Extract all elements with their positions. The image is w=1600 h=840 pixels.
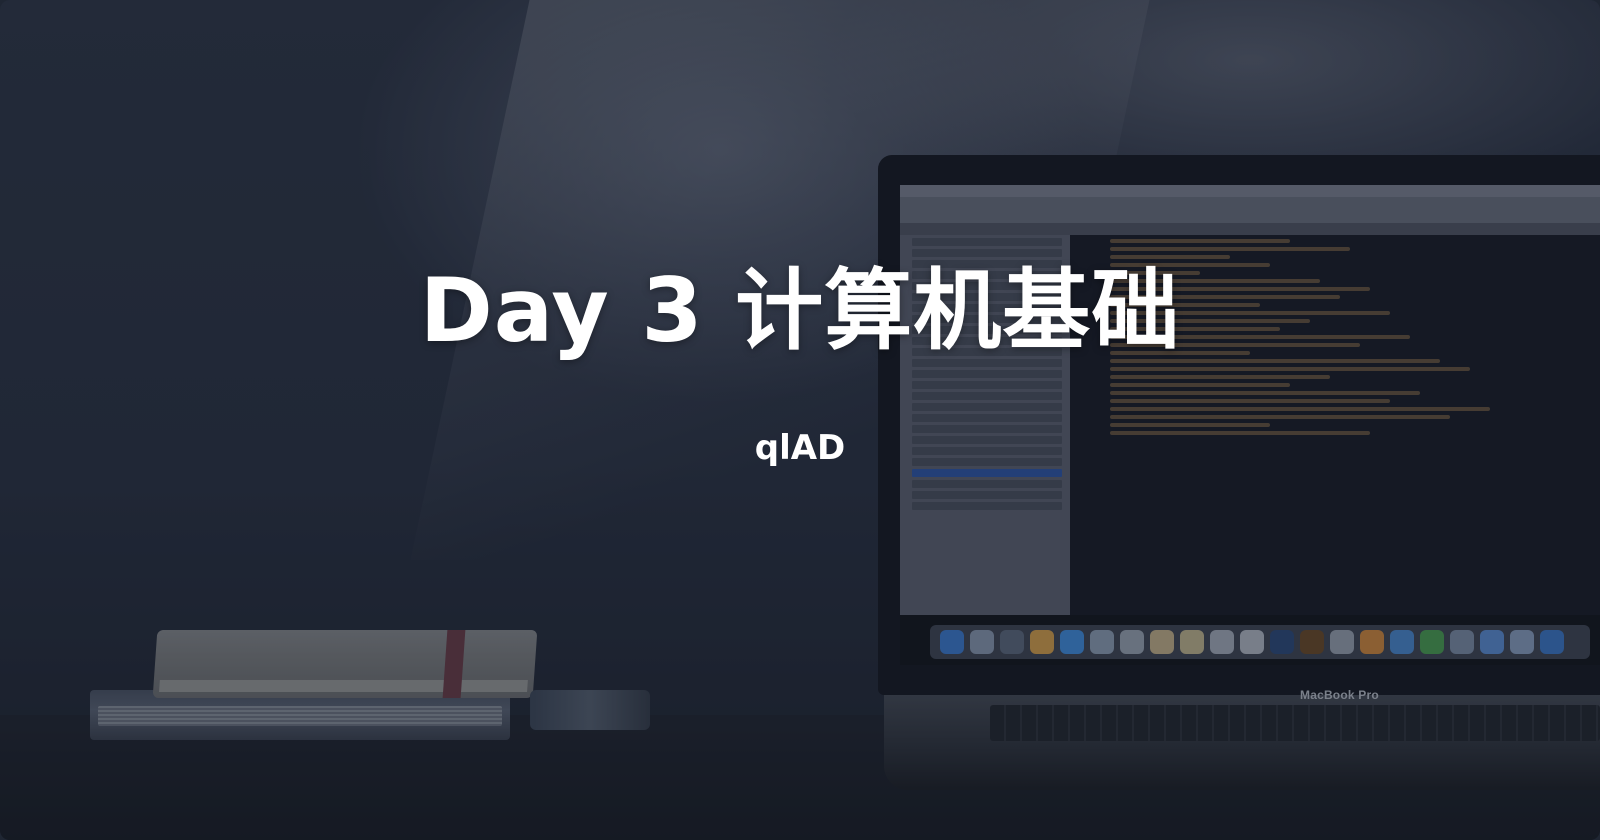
dim-overlay xyxy=(0,0,1600,840)
page-title: Day 3 计算机基础 xyxy=(419,259,1181,362)
author-name: qlAD xyxy=(754,428,846,468)
hero-banner: MacBook Pro Day 3 计算机基础 qlAD xyxy=(0,0,1600,840)
